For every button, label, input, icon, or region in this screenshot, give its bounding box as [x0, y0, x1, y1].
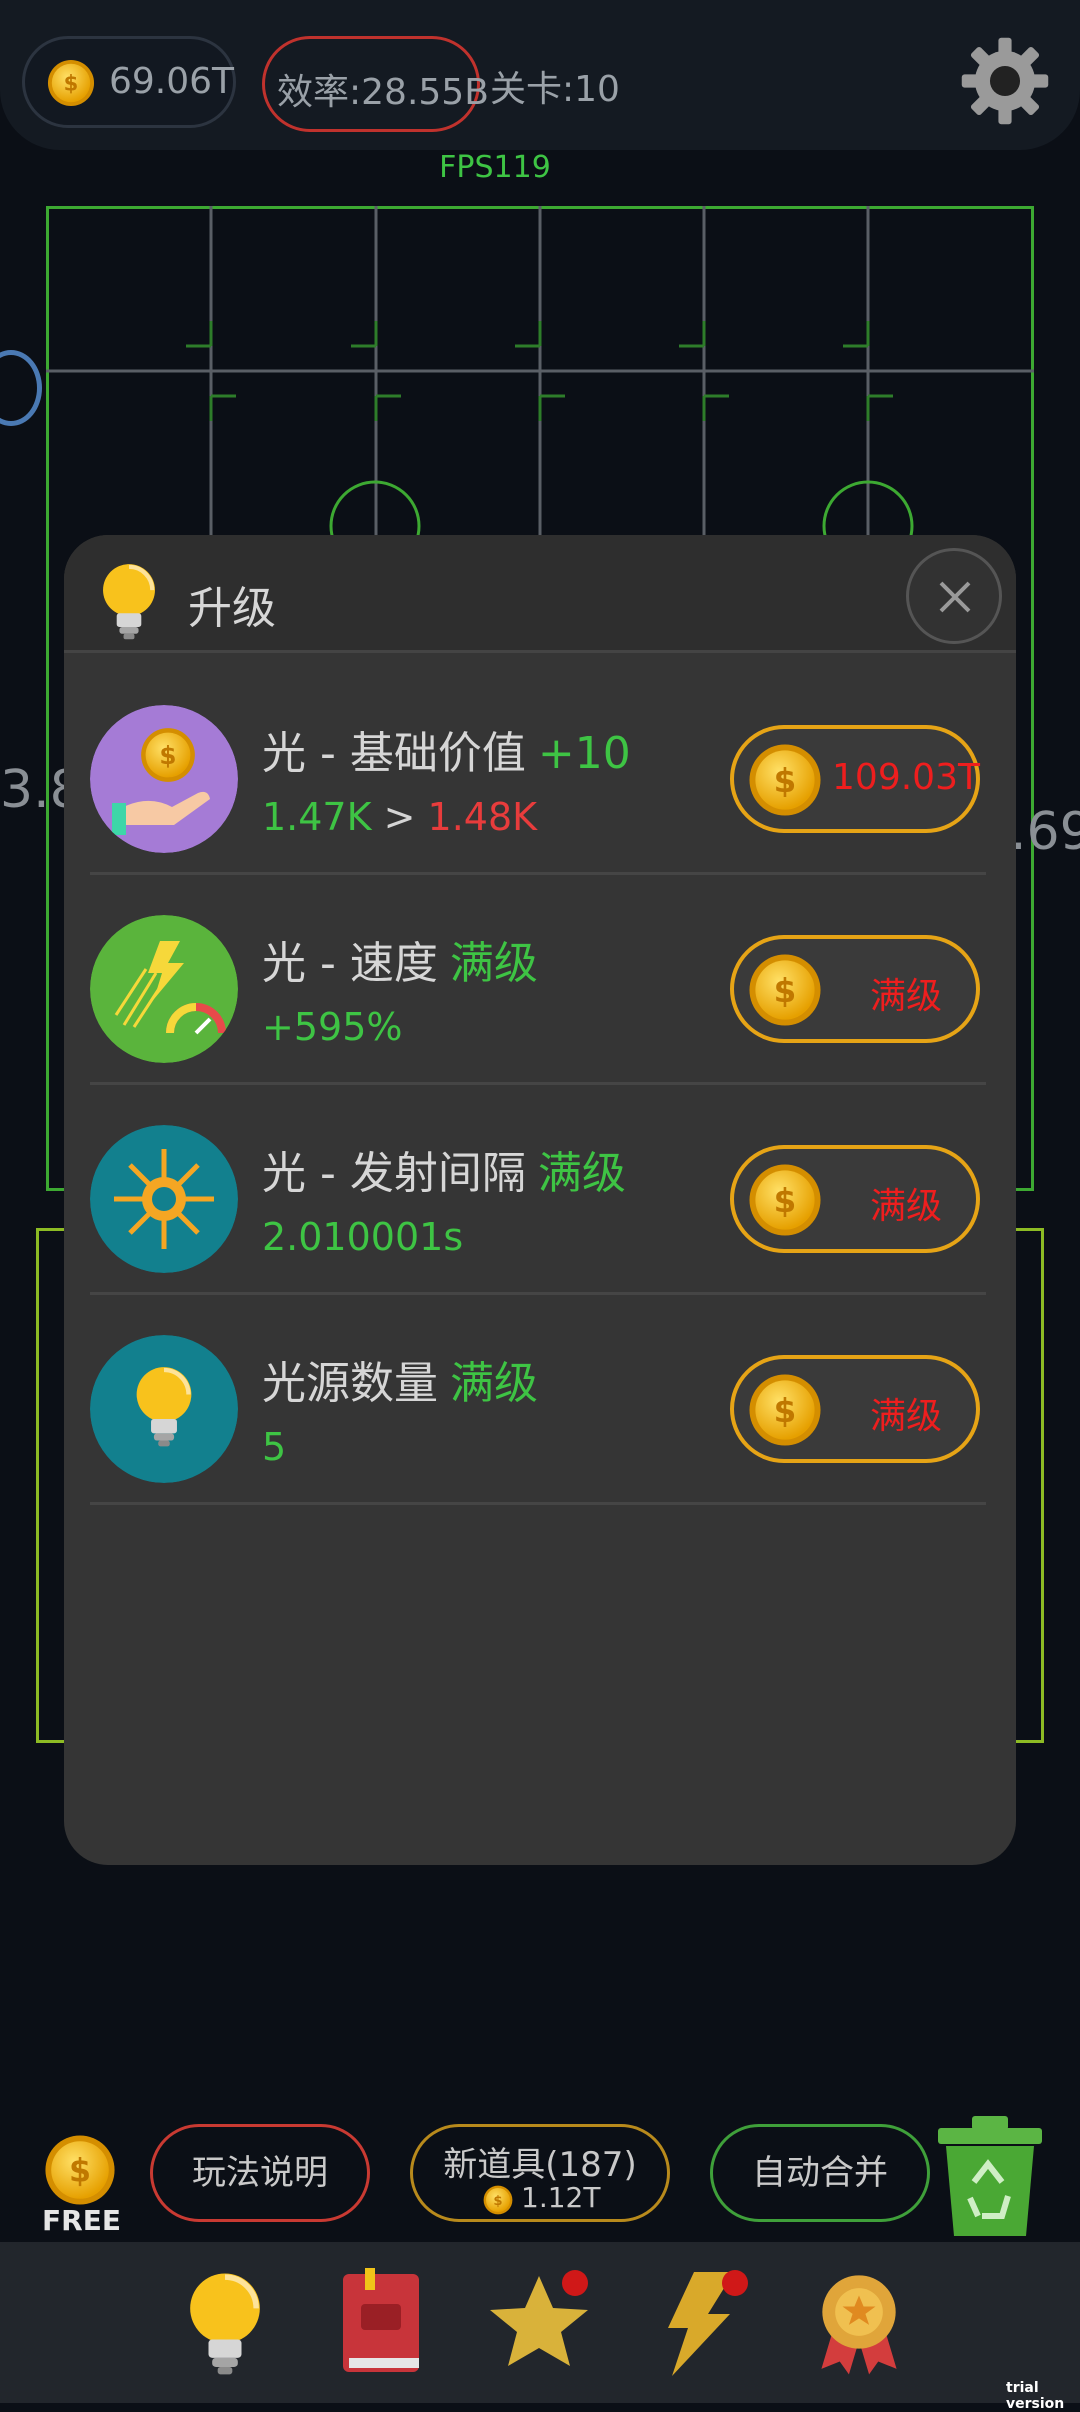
max-level-tag: 满级 [537, 1148, 626, 1199]
efficiency-value: 效率:28.55B [277, 72, 489, 113]
upgrade-buy-button[interactable]: 109.03T [730, 725, 980, 833]
new-items-cost: 1.12T [521, 2181, 601, 2214]
free-label: FREE [42, 2204, 121, 2237]
rules-button[interactable]: 玩法说明 [150, 2124, 370, 2222]
upgrade-detail: 1.47K > 1.48K [262, 795, 537, 839]
fps-counter: FPS119 [439, 150, 551, 185]
auto-merge-button[interactable]: 自动合并 [710, 2124, 930, 2222]
upgrade-buy-button[interactable]: 满级 [730, 1145, 980, 1253]
nav-medal-icon[interactable] [804, 2268, 914, 2378]
upgrade-buy-button[interactable]: 满级 [730, 935, 980, 1043]
upgrade-name: 光 - 基础价值 +10 [262, 728, 631, 779]
upgrade-name: 光 - 速度 满级 [262, 938, 538, 989]
coin-icon [47, 59, 95, 107]
max-level-tag: 满级 [450, 1358, 538, 1409]
level-label: 关卡:10 [490, 69, 620, 110]
coin-icon [483, 2185, 513, 2215]
lightbulb-icon [90, 1335, 238, 1483]
nav-book-icon[interactable] [326, 2268, 436, 2378]
watermark: trial version [1006, 2380, 1065, 2412]
upgrade-price: 满级 [869, 1186, 942, 1227]
current-value: 1.47K [262, 795, 372, 839]
next-value: 1.48K [427, 795, 538, 839]
coin-icon [748, 1163, 822, 1237]
nav-lightbulb-icon[interactable] [170, 2268, 280, 2378]
upgrade-price: 满级 [869, 1396, 942, 1437]
upgrade-detail: 2.010001s [262, 1215, 464, 1259]
upgrade-row-speed: 光 - 速度 满级 +595% 满级 [90, 875, 986, 1085]
coin-icon [748, 743, 822, 817]
close-button[interactable] [906, 548, 1002, 644]
new-items-button[interactable]: 新道具(187) 1.12T [410, 2124, 670, 2222]
upgrade-price: 满级 [869, 976, 942, 1017]
upgrade-name: 光源数量 满级 [262, 1358, 538, 1409]
upgrade-increment: +10 [537, 728, 631, 779]
coin-balance: 69.06T [22, 36, 236, 128]
coin-hand-icon [90, 705, 238, 853]
gear-icon[interactable] [958, 34, 1052, 128]
free-coin-icon[interactable] [44, 2134, 116, 2206]
sleep-icon[interactable] [0, 350, 42, 426]
upgrade-price: 109.03T [832, 757, 980, 798]
upgrade-buy-button[interactable]: 满级 [730, 1355, 980, 1463]
lightning-notification-badge [722, 2270, 748, 2296]
value-arrow: > [371, 795, 428, 839]
upgrade-detail: 5 [262, 1425, 287, 1469]
recycle-bin-icon[interactable] [930, 2112, 1050, 2240]
coin-balance-value: 69.06T [109, 61, 235, 102]
sun-icon [90, 1125, 238, 1273]
coin-icon [748, 1373, 822, 1447]
upgrade-row-interval: 光 - 发射间隔 满级 2.010001s 满级 [90, 1085, 986, 1295]
new-items-label: 新道具(187) [443, 2145, 637, 2185]
max-level-tag: 满级 [449, 938, 538, 989]
upgrade-detail: +595% [262, 1005, 403, 1049]
close-icon [939, 581, 971, 613]
upgrade-row-light-count: 光源数量 满级 5 满级 [90, 1295, 986, 1505]
upgrade-name: 光 - 发射间隔 满级 [262, 1148, 626, 1199]
lightbulb-icon [92, 560, 166, 642]
efficiency-badge: 效率:28.55B [262, 36, 489, 132]
star-notification-badge [562, 2270, 588, 2296]
dialog-title: 升级 [188, 583, 276, 634]
upgrade-row-base-value: 光 - 基础价值 +10 1.47K > 1.48K 109.03T [90, 665, 986, 875]
speed-gauge-icon [90, 915, 238, 1063]
coin-icon [748, 953, 822, 1027]
side-value-right: .69 [1010, 802, 1080, 862]
